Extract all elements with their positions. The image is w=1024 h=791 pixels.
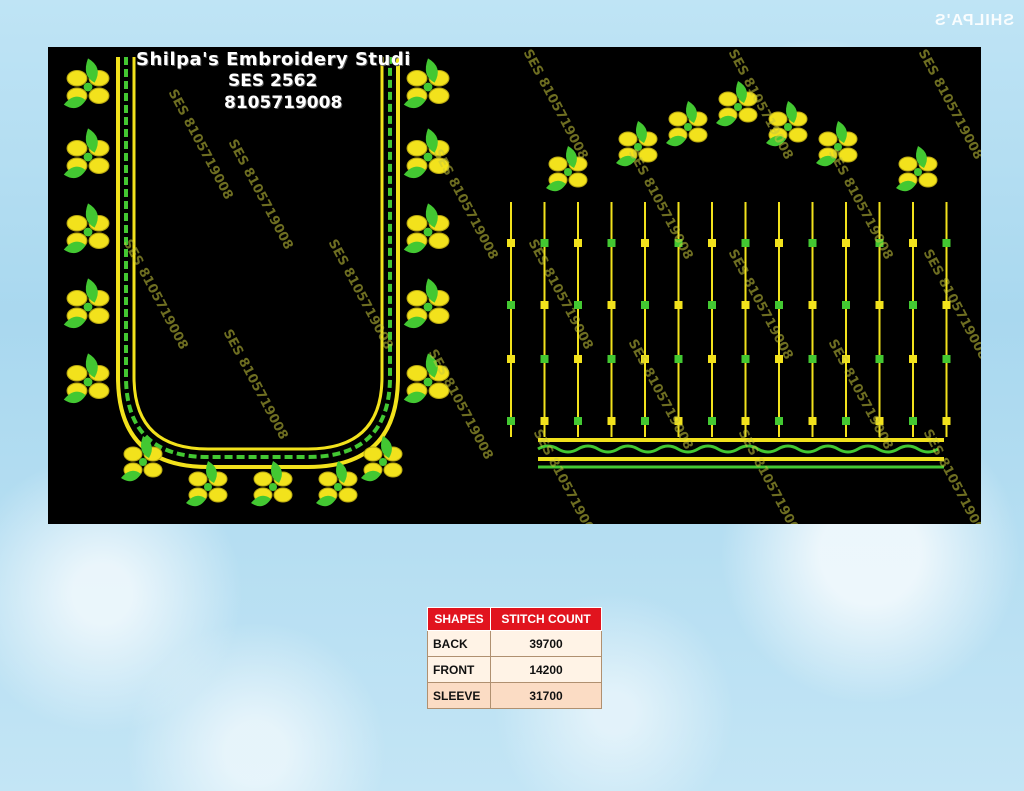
bar-knot	[574, 417, 582, 425]
bar-knot	[507, 417, 515, 425]
table-row: FRONT 14200	[427, 656, 602, 683]
bar-knot	[540, 301, 549, 309]
bar-knot	[909, 301, 917, 309]
flower-motif	[896, 146, 938, 192]
table-header-row: SHAPES STITCH COUNT	[427, 607, 602, 631]
flower-motif	[63, 128, 110, 179]
bar-knot	[741, 355, 750, 363]
table-row: BACK 39700	[427, 630, 602, 657]
design-code: SES 2562	[228, 71, 318, 91]
bar-knot	[842, 301, 850, 309]
bar-knot	[775, 239, 783, 247]
count-cell: 39700	[490, 630, 602, 657]
bar-knot	[942, 239, 951, 247]
floral-border	[63, 58, 450, 507]
shape-cell: SLEEVE	[427, 682, 491, 709]
flower-motif	[666, 101, 708, 147]
bar-knot	[607, 239, 616, 247]
bar-knot	[574, 239, 582, 247]
bar-knot	[808, 239, 817, 247]
bar-knot	[507, 355, 515, 363]
flower-motif	[63, 58, 110, 109]
bar-knot	[607, 417, 616, 425]
bar-knot	[909, 239, 917, 247]
header-stitch-count: STITCH COUNT	[490, 607, 602, 631]
bar-knot	[808, 355, 817, 363]
flower-motif	[403, 278, 450, 329]
flower-motif	[361, 436, 403, 482]
bar-knot	[507, 301, 515, 309]
bar-knot	[741, 239, 750, 247]
bar-knot	[775, 301, 783, 309]
bar-knot	[741, 417, 750, 425]
bar-knot	[607, 355, 616, 363]
bar-knot	[708, 417, 716, 425]
arch-floral	[546, 81, 938, 192]
bar-knot	[708, 301, 716, 309]
design-panel: Shilpa's Embroidery Studi SES 2562 81057…	[48, 47, 981, 524]
flower-motif	[403, 203, 450, 254]
bar-knot	[842, 239, 850, 247]
count-cell: 14200	[490, 656, 602, 683]
bar-knot	[708, 355, 716, 363]
bar-knot	[909, 355, 917, 363]
stitch-count-table: SHAPES STITCH COUNT BACK 39700 FRONT 142…	[427, 607, 602, 709]
flower-motif	[63, 203, 110, 254]
corner-logo: SHILPA'S	[934, 12, 1014, 29]
shape-cell: FRONT	[427, 656, 491, 683]
bar-knot	[875, 355, 884, 363]
bar-knot	[641, 239, 649, 247]
bar-knot	[540, 355, 549, 363]
bar-knot	[808, 301, 817, 309]
bar-knot	[741, 301, 750, 309]
bar-knot	[674, 355, 683, 363]
bar-knot	[540, 417, 549, 425]
bar-knot	[708, 239, 716, 247]
bar-knot	[641, 301, 649, 309]
count-cell: 31700	[490, 682, 602, 709]
studio-phone: 8105719008	[224, 93, 343, 113]
table-row: SLEEVE 31700	[427, 682, 602, 709]
bar-knot	[808, 417, 817, 425]
shape-cell: BACK	[427, 630, 491, 657]
bar-knot	[942, 417, 951, 425]
bar-knot	[574, 355, 582, 363]
bar-knot	[909, 417, 917, 425]
studio-name: Shilpa's Embroidery Studi	[136, 49, 411, 70]
bar-knot	[641, 417, 649, 425]
bar-knot	[507, 239, 515, 247]
bar-knot	[875, 301, 884, 309]
header-shapes: SHAPES	[427, 607, 491, 631]
flower-motif	[63, 353, 110, 404]
bar-knot	[775, 417, 783, 425]
bar-knot	[842, 417, 850, 425]
bar-knot	[674, 301, 683, 309]
bar-knot	[607, 301, 616, 309]
bar-knot	[942, 355, 951, 363]
back-neck-design	[63, 57, 450, 507]
flower-motif	[63, 278, 110, 329]
